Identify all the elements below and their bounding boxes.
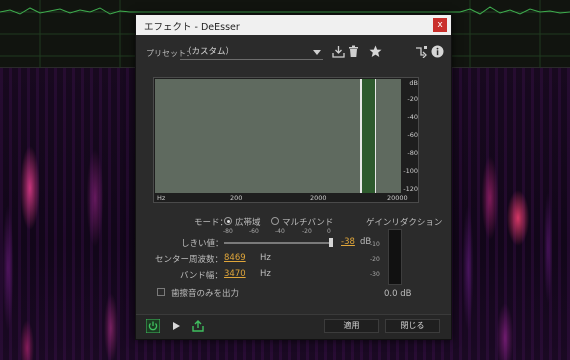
- deesser-dialog: エフェクト - DeEsser x プリセット： （カスタム） Hz 200 2…: [135, 14, 452, 340]
- threshold-label: しきい値：: [181, 239, 224, 249]
- y-tick-label: -100: [403, 167, 418, 175]
- band-edge-marker[interactable]: [375, 79, 376, 193]
- threshold-scale: -80 -60 -40 -20 0: [223, 228, 333, 238]
- close-button[interactable]: x: [433, 18, 447, 32]
- x-tick-label: 200: [230, 194, 243, 202]
- center-frequency-label: センター周波数：: [155, 255, 224, 265]
- center-frequency-unit: Hz: [260, 253, 271, 263]
- frequency-graph[interactable]: Hz 200 2000 20000 dB -20 -40 -60 -80 -10…: [153, 77, 419, 203]
- gain-reduction-label: ゲインリダクション: [366, 218, 443, 228]
- save-preset-icon[interactable]: [332, 45, 345, 58]
- y-tick-label: -120: [403, 185, 418, 193]
- mode-multiband-radio[interactable]: [271, 217, 279, 225]
- dialog-title: エフェクト - DeEsser: [144, 22, 240, 33]
- gain-reduction-tick: -30: [370, 271, 380, 278]
- x-tick-label: Hz: [157, 194, 166, 202]
- graph-y-axis: dB -20 -40 -60 -80 -100 -120: [401, 79, 419, 203]
- threshold-scale-tick: -60: [249, 228, 259, 235]
- y-tick-label: dB: [409, 79, 418, 87]
- graph-plot-area[interactable]: [155, 79, 401, 193]
- mode-label: モード：: [194, 218, 229, 228]
- gain-reduction-tick: -20: [370, 256, 380, 263]
- graph-x-axis: Hz 200 2000 20000: [155, 193, 408, 203]
- delete-preset-icon[interactable]: [347, 45, 360, 58]
- center-frequency-marker[interactable]: [360, 79, 362, 193]
- threshold-slider-thumb[interactable]: [329, 238, 333, 247]
- band-region[interactable]: [362, 79, 375, 193]
- bandwidth-label: バンド幅：: [180, 271, 223, 281]
- preset-value: （カスタム）: [183, 47, 235, 57]
- y-tick-label: -40: [407, 113, 418, 121]
- bandwidth-value[interactable]: 3470: [224, 269, 246, 279]
- y-tick-label: -20: [407, 95, 418, 103]
- center-frequency-value[interactable]: 8469: [224, 253, 246, 263]
- gain-reduction-tick: -10: [370, 241, 380, 248]
- dialog-titlebar[interactable]: エフェクト - DeEsser x: [136, 15, 451, 35]
- sibilance-only-checkbox[interactable]: [157, 288, 165, 296]
- threshold-scale-tick: -20: [302, 228, 312, 235]
- export-icon[interactable]: [191, 319, 205, 333]
- chevron-down-icon: [313, 50, 321, 55]
- threshold-value[interactable]: -38: [341, 237, 355, 247]
- y-tick-label: -60: [407, 131, 418, 139]
- mode-wideband-label[interactable]: 広帯域: [235, 216, 261, 228]
- favorite-star-icon[interactable]: [369, 45, 382, 58]
- x-tick-label: 2000: [310, 194, 327, 202]
- gain-reduction-value: 0.0 dB: [384, 289, 412, 299]
- threshold-scale-tick: -40: [275, 228, 285, 235]
- routing-icon[interactable]: [415, 45, 428, 58]
- close-dialog-button[interactable]: 閉じる: [385, 319, 440, 333]
- y-tick-label: -80: [407, 149, 418, 157]
- apply-button[interactable]: 適用: [324, 319, 379, 333]
- mode-multiband-label[interactable]: マルチバンド: [282, 216, 333, 228]
- threshold-slider-track[interactable]: [224, 242, 332, 244]
- bandwidth-unit: Hz: [260, 269, 271, 279]
- power-toggle-icon[interactable]: [146, 319, 160, 333]
- threshold-scale-tick: -80: [223, 228, 233, 235]
- mode-wideband-radio[interactable]: [224, 217, 232, 225]
- sibilance-only-label[interactable]: 歯擦音のみを出力: [171, 287, 239, 299]
- play-icon[interactable]: [169, 319, 183, 333]
- gain-reduction-meter: [388, 229, 402, 285]
- preset-dropdown[interactable]: （カスタム）: [180, 45, 323, 60]
- threshold-scale-tick: 0: [327, 228, 331, 235]
- info-icon[interactable]: [431, 45, 444, 58]
